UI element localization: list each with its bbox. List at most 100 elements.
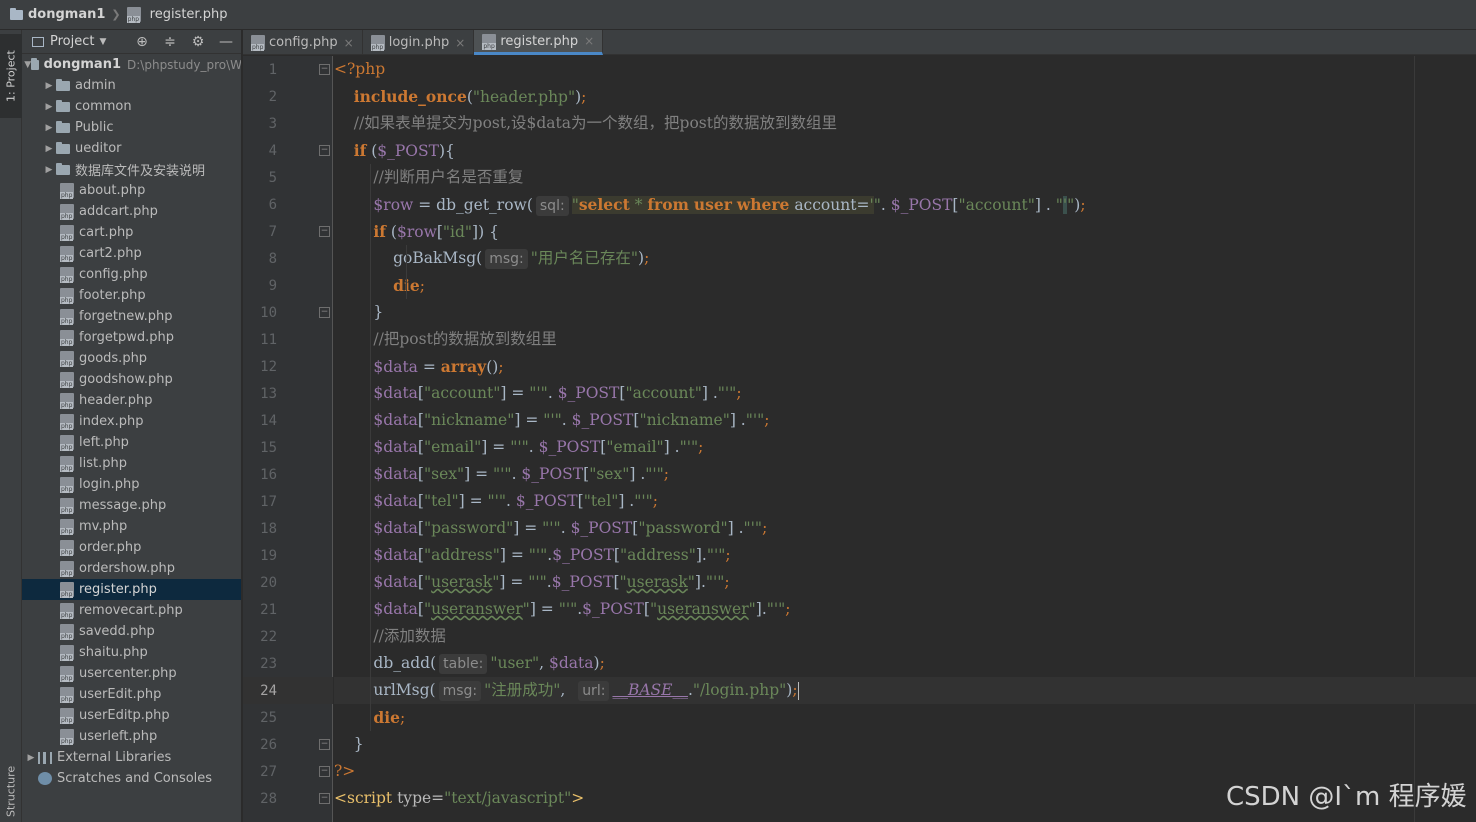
code-line[interactable]: //添加数据 (334, 623, 1476, 650)
tree-file[interactable]: left.php (22, 432, 241, 453)
breadcrumb-file[interactable]: register.php (150, 7, 228, 22)
tree-folder-label: Public (75, 120, 114, 135)
tree-file-selected[interactable]: register.php (22, 579, 241, 600)
tree-file[interactable]: index.php (22, 411, 241, 432)
code-line[interactable]: if ($_POST){ (334, 137, 1476, 164)
tree-file[interactable]: userleft.php (22, 726, 241, 747)
fold-icon[interactable]: − (319, 64, 330, 75)
tab-register-php[interactable]: register.php × (474, 30, 604, 55)
tree-file[interactable]: ordershow.php (22, 558, 241, 579)
tree-folder[interactable]: ▶ Public (22, 117, 241, 138)
chevron-down-icon[interactable]: ▼ (99, 37, 106, 47)
code-line[interactable]: $data["email"] = "'". $_POST["email"] ."… (334, 434, 1476, 461)
code-line[interactable]: $data["account"] = "'". $_POST["account"… (334, 380, 1476, 407)
chevron-right-icon[interactable]: ▶ (42, 102, 56, 112)
gear-icon[interactable]: ⚙ (191, 35, 205, 49)
code-line[interactable]: $data["nickname"] = "'". $_POST["nicknam… (334, 407, 1476, 434)
project-tool-tab[interactable]: 1: Project (0, 34, 22, 118)
close-icon[interactable]: × (455, 36, 465, 50)
tree-file[interactable]: cart.php (22, 222, 241, 243)
tree-folder[interactable]: ▶ admin (22, 75, 241, 96)
tree-file[interactable]: userEditp.php (22, 705, 241, 726)
code-line[interactable]: $data["tel"] = "'". $_POST["tel"] ."'"; (334, 488, 1476, 515)
close-icon[interactable]: × (584, 34, 594, 48)
tree-file[interactable]: message.php (22, 495, 241, 516)
code-editor[interactable]: <?php include_once("header.php"); //如果表单… (334, 56, 1476, 822)
fold-icon[interactable]: − (319, 226, 330, 237)
tree-file[interactable]: goods.php (22, 348, 241, 369)
breadcrumb-project[interactable]: dongman1 (28, 7, 105, 22)
tree-file[interactable]: footer.php (22, 285, 241, 306)
code-line[interactable]: $data["address"] = "'".$_POST["address"]… (334, 542, 1476, 569)
code-line[interactable]: $data["useranswer"] = "'".$_POST["useran… (334, 596, 1476, 623)
tree-scratches[interactable]: Scratches and Consoles (22, 768, 241, 789)
fold-icon[interactable]: − (319, 739, 330, 750)
tree-folder[interactable]: ▶ 数据库文件及安装说明 (22, 159, 241, 180)
locate-icon[interactable]: ⊕ (135, 35, 149, 49)
code-line[interactable]: //如果表单提交为post,设$data为一个数组，把post的数据放到数组里 (334, 110, 1476, 137)
code-line[interactable]: $data["password"] = "'". $_POST["passwor… (334, 515, 1476, 542)
code-line[interactable]: die; (334, 272, 1476, 299)
php-file-icon (60, 267, 74, 283)
code-line[interactable]: db_add(table: "user", $data); (334, 650, 1476, 677)
tree-file[interactable]: order.php (22, 537, 241, 558)
hide-icon[interactable]: — (219, 35, 233, 49)
fold-icon[interactable]: − (319, 145, 330, 156)
tab-login-php[interactable]: login.php × (363, 30, 475, 55)
tree-file[interactable]: cart2.php (22, 243, 241, 264)
code-line[interactable]: <?php (334, 56, 1476, 83)
php-file-icon (60, 225, 74, 241)
fold-icon[interactable]: − (319, 793, 330, 804)
chevron-right-icon[interactable]: ▶ (42, 165, 56, 175)
code-line-current[interactable]: urlMsg(msg: "注册成功", url: __BASE__."/login.… (334, 677, 1476, 704)
tree-file[interactable]: about.php (22, 180, 241, 201)
tree-file[interactable]: shaitu.php (22, 642, 241, 663)
tree-file[interactable]: list.php (22, 453, 241, 474)
php-file-icon (126, 7, 141, 23)
php-file-icon (60, 540, 74, 556)
tree-file-label: userEditp.php (79, 708, 170, 723)
code-line[interactable]: if ($row["id"]) { (334, 218, 1476, 245)
code-line[interactable]: } (334, 731, 1476, 758)
chevron-right-icon[interactable]: ▶ (42, 144, 56, 154)
code-line[interactable]: $data["userask"] = "'".$_POST["userask"]… (334, 569, 1476, 596)
tree-file[interactable]: addcart.php (22, 201, 241, 222)
tree-file[interactable]: goodshow.php (22, 369, 241, 390)
tree-file[interactable]: removecart.php (22, 600, 241, 621)
code-line[interactable]: die; (334, 704, 1476, 731)
code-line[interactable]: $data = array(); (334, 353, 1476, 380)
code-line[interactable]: include_once("header.php"); (334, 83, 1476, 110)
tree-folder[interactable]: ▶ common (22, 96, 241, 117)
tree-file[interactable]: forgetpwd.php (22, 327, 241, 348)
tree-external-libraries[interactable]: ▶ External Libraries (22, 747, 241, 768)
tab-config-php[interactable]: config.php × (243, 30, 363, 55)
chevron-right-icon[interactable]: ▶ (42, 81, 56, 91)
close-icon[interactable]: × (344, 36, 354, 50)
chevron-right-icon[interactable]: ▶ (24, 753, 38, 763)
code-line[interactable]: $row = db_get_row(sql: "select * from use… (334, 191, 1476, 218)
tree-file[interactable]: usercenter.php (22, 663, 241, 684)
chevron-down-icon[interactable]: ▼ (24, 60, 31, 70)
fold-icon[interactable]: − (319, 766, 330, 777)
tree-file[interactable]: mv.php (22, 516, 241, 537)
code-line[interactable]: } (334, 299, 1476, 326)
project-view-selector[interactable]: Project (50, 34, 94, 49)
code-line[interactable]: goBakMsg(msg: "用户名已存在"); (334, 245, 1476, 272)
tree-folder[interactable]: ▶ ueditor (22, 138, 241, 159)
tree-file[interactable]: userEdit.php (22, 684, 241, 705)
tree-root[interactable]: ▼ dongman1 D:\phpstudy_pro\W (22, 54, 241, 75)
structure-tool-tab[interactable]: Structure (0, 760, 22, 822)
tree-file[interactable]: config.php (22, 264, 241, 285)
line-number: 27 (260, 763, 277, 780)
tree-file[interactable]: header.php (22, 390, 241, 411)
collapse-all-icon[interactable]: ≑ (163, 35, 177, 49)
code-line[interactable]: $data["sex"] = "'". $_POST["sex"] ."'"; (334, 461, 1476, 488)
tree-file[interactable]: forgetnew.php (22, 306, 241, 327)
tree-file[interactable]: login.php (22, 474, 241, 495)
fold-icon[interactable]: − (319, 307, 330, 318)
code-line[interactable]: //判断用户名是否重复 (334, 164, 1476, 191)
code-comment: //把post的数据放到数组里 (373, 330, 557, 348)
code-line[interactable]: //把post的数据放到数组里 (334, 326, 1476, 353)
chevron-right-icon[interactable]: ▶ (42, 123, 56, 133)
tree-file[interactable]: savedd.php (22, 621, 241, 642)
